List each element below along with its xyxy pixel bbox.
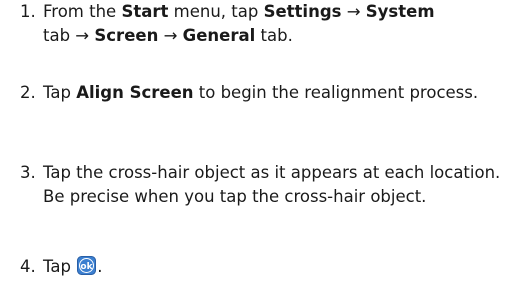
step-1: 1. From the Start menu, tap Settings → S…	[20, 0, 520, 48]
step-text: Tap ok.	[43, 255, 520, 279]
text-run: to begin the realignment process.	[193, 83, 479, 102]
text-run: .	[97, 257, 103, 276]
step-text: Tap the cross-hair object as it appears …	[43, 163, 501, 206]
menu-name-system: System	[365, 2, 435, 21]
arrow-separator: →	[70, 26, 95, 45]
text-run: tab	[43, 26, 71, 45]
text-run: tab.	[255, 26, 293, 45]
text-run: Tap	[43, 257, 77, 276]
arrow-separator: →	[158, 26, 183, 45]
ok-button-icon: ok	[77, 256, 97, 275]
step-number: 3.	[20, 163, 36, 182]
step-number: 2.	[20, 83, 36, 102]
menu-name-align-screen: Align Screen	[76, 83, 194, 102]
step-text: Tap Align Screen to begin the realignmen…	[43, 81, 520, 105]
step-3: 3. Tap the cross-hair object as it appea…	[20, 161, 520, 209]
svg-text:ok: ok	[81, 262, 94, 272]
step-4: 4. Tap ok.	[20, 255, 520, 279]
menu-name-general: General	[182, 26, 256, 45]
arrow-separator: →	[341, 2, 366, 21]
menu-name-settings: Settings	[263, 2, 342, 21]
step-number: 4.	[20, 257, 36, 276]
step-text: From the Start menu, tap Settings → Syst…	[43, 0, 520, 48]
step-2: 2. Tap Align Screen to begin the realign…	[20, 81, 520, 105]
text-run: Tap	[43, 83, 77, 102]
step-number: 1.	[20, 2, 36, 21]
text-run: From the	[43, 2, 122, 21]
menu-name-screen: Screen	[94, 26, 159, 45]
text-run: menu, tap	[168, 2, 264, 21]
menu-name-start: Start	[121, 2, 169, 21]
